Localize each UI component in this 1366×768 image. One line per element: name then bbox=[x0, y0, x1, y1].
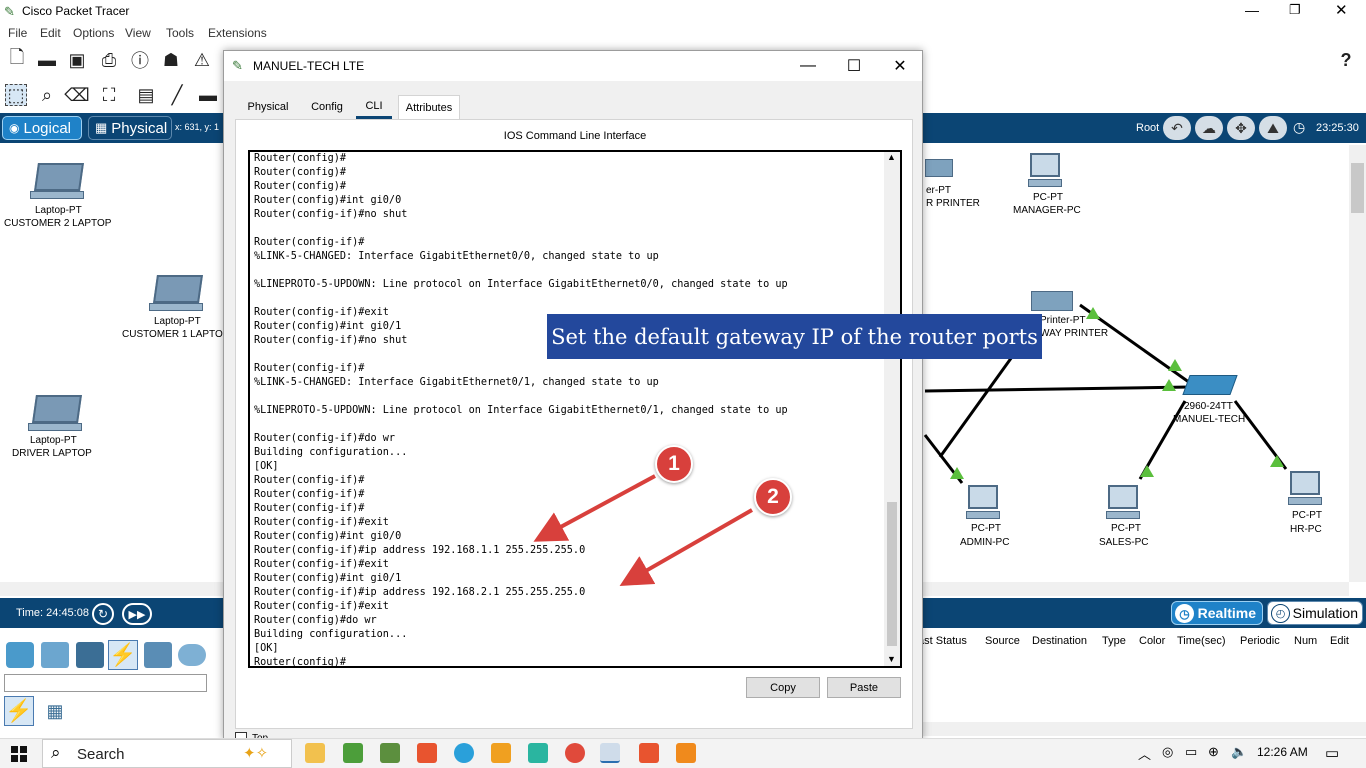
telegram-icon[interactable] bbox=[454, 743, 474, 763]
chrome-icon[interactable] bbox=[565, 743, 585, 763]
file-explorer-icon[interactable] bbox=[305, 743, 325, 763]
annotation-arrows bbox=[533, 474, 753, 586]
app-icon[interactable] bbox=[380, 743, 400, 763]
wps-office-icon[interactable] bbox=[639, 743, 659, 763]
step-marker-2: 2 bbox=[754, 478, 792, 516]
windows-start-icon[interactable] bbox=[11, 746, 27, 762]
taskbar-search-label: Search bbox=[77, 746, 125, 763]
app-icon[interactable] bbox=[528, 743, 548, 763]
brave-browser-icon[interactable] bbox=[417, 743, 437, 763]
packet-tracer-taskbar-icon[interactable] bbox=[600, 743, 620, 763]
network-icon[interactable]: ⊕ bbox=[1208, 744, 1219, 760]
sparkle-icon: ✦✧ bbox=[243, 745, 269, 762]
taskbar-search[interactable]: ⌕ Search ✦✧ bbox=[42, 739, 292, 768]
search-icon: ⌕ bbox=[51, 743, 61, 762]
volume-icon[interactable]: 🔈 bbox=[1231, 744, 1247, 760]
vlc-icon[interactable] bbox=[676, 743, 696, 763]
app-icon[interactable] bbox=[343, 743, 363, 763]
app-icon[interactable] bbox=[491, 743, 511, 763]
battery-icon[interactable]: ▭ bbox=[1185, 744, 1197, 760]
system-clock: 12:26 AM bbox=[1257, 745, 1308, 759]
meet-icon[interactable]: ◎ bbox=[1162, 744, 1173, 760]
notifications-icon[interactable]: ▭ bbox=[1325, 744, 1339, 762]
step-marker-1: 1 bbox=[655, 445, 693, 483]
tray-chevron-icon[interactable]: ︿ bbox=[1138, 744, 1151, 763]
